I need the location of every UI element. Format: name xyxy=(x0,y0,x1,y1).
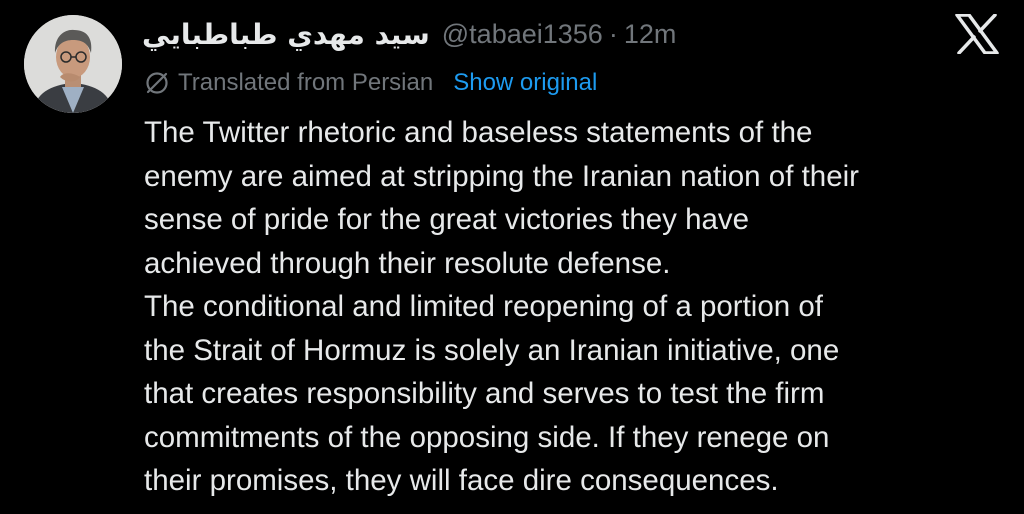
tweet-paragraph-1: The Twitter rhetoric and baseless statem… xyxy=(144,116,859,280)
separator-dot: · xyxy=(608,18,618,49)
translation-bar: Translated from Persian Show original xyxy=(144,66,597,100)
show-original-link[interactable]: Show original xyxy=(453,69,597,97)
tweet-paragraph-2: The conditional and limited reopening of… xyxy=(144,290,840,497)
translate-icon xyxy=(144,70,170,96)
tweet-header: سيد مهدي طباطبايي @tabaei1356 · 12m xyxy=(142,14,676,54)
translated-from-label: Translated from Persian xyxy=(178,69,434,96)
tweet-body: The Twitter rhetoric and baseless statem… xyxy=(144,111,1014,503)
avatar[interactable] xyxy=(24,15,122,113)
x-logo-icon[interactable] xyxy=(955,13,999,55)
author-handle[interactable]: @tabaei1356 xyxy=(442,19,603,50)
avatar-photo xyxy=(24,15,122,113)
author-display-name[interactable]: سيد مهدي طباطبايي xyxy=(142,18,430,51)
tweet-timestamp[interactable]: 12m xyxy=(624,19,677,50)
